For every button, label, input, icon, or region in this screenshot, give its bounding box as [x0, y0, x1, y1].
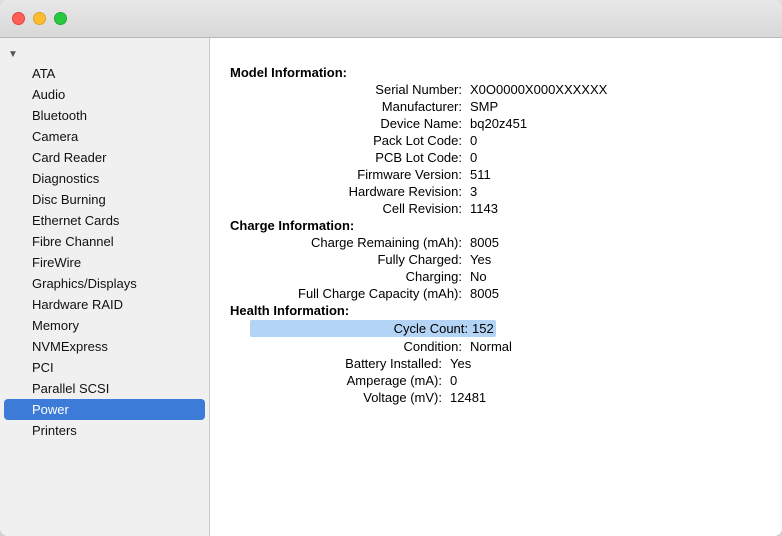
info-row: Firmware Version:511: [230, 166, 762, 183]
close-button[interactable]: [12, 12, 25, 25]
sidebar-item-graphics-displays[interactable]: Graphics/Displays: [4, 273, 205, 294]
sidebar-item-ethernet-cards[interactable]: Ethernet Cards: [4, 210, 205, 231]
info-label: Pack Lot Code:: [250, 133, 470, 148]
info-label: Fully Charged:: [250, 252, 470, 267]
sidebar-item-ata[interactable]: ATA: [4, 63, 205, 84]
info-value: 152: [470, 320, 496, 337]
info-label: Device Name:: [250, 116, 470, 131]
sidebar-item-audio[interactable]: Audio: [4, 84, 205, 105]
info-label: Voltage (mV):: [230, 390, 450, 405]
info-row: Charge Remaining (mAh):8005: [230, 234, 762, 251]
info-row: Device Name:bq20z451: [230, 115, 762, 132]
sidebar-item-printers[interactable]: Printers: [4, 420, 205, 441]
info-value: X0O0000X000XXXXXX: [470, 82, 607, 97]
info-value: 1143: [470, 201, 498, 216]
highlighted-row: Cycle Count:152: [250, 320, 496, 337]
info-label: Charging:: [250, 269, 470, 284]
info-value: bq20z451: [470, 116, 527, 131]
info-value: 511: [470, 167, 491, 182]
info-row: Fully Charged:Yes: [230, 251, 762, 268]
collapse-arrow-icon: ▼: [8, 49, 18, 60]
info-label: Charge Remaining (mAh):: [250, 235, 470, 250]
info-row: Cycle Count:152: [230, 319, 762, 338]
info-value: 3: [470, 184, 477, 199]
info-value: Yes: [470, 252, 491, 267]
minimize-button[interactable]: [33, 12, 46, 25]
section-label: Health Information:: [230, 303, 349, 318]
sidebar-item-fibre-channel[interactable]: Fibre Channel: [4, 231, 205, 252]
sidebar-item-firewire[interactable]: FireWire: [4, 252, 205, 273]
sidebar-item-bluetooth[interactable]: Bluetooth: [4, 105, 205, 126]
info-label: Serial Number:: [250, 82, 470, 97]
detail-panel: Model Information:Serial Number:X0O0000X…: [210, 38, 782, 536]
sidebar-item-power[interactable]: Power: [4, 399, 205, 420]
main-content: ▼ ATAAudioBluetoothCameraCard ReaderDiag…: [0, 38, 782, 536]
info-label: Condition:: [250, 339, 470, 354]
bottom-info-row: Battery Installed:Yes: [230, 355, 762, 372]
window: ▼ ATAAudioBluetoothCameraCard ReaderDiag…: [0, 0, 782, 536]
sidebar-section-hardware[interactable]: ▼: [0, 46, 209, 63]
info-row: Manufacturer:SMP: [230, 98, 762, 115]
detail-sections: Model Information:Serial Number:X0O0000X…: [230, 64, 762, 355]
info-value: 12481: [450, 390, 486, 405]
info-value: 0: [470, 133, 477, 148]
info-value: 0: [470, 150, 477, 165]
sidebar-item-parallel-scsi[interactable]: Parallel SCSI: [4, 378, 205, 399]
info-value: Normal: [470, 339, 512, 354]
info-label: Amperage (mA):: [230, 373, 450, 388]
maximize-button[interactable]: [54, 12, 67, 25]
bottom-info-row: Voltage (mV):12481: [230, 389, 762, 406]
info-label: Manufacturer:: [250, 99, 470, 114]
info-row: Pack Lot Code:0: [230, 132, 762, 149]
info-value: No: [470, 269, 487, 284]
sidebar: ▼ ATAAudioBluetoothCameraCard ReaderDiag…: [0, 38, 210, 536]
section-label: Charge Information:: [230, 218, 354, 233]
sidebar-item-nvmexpress[interactable]: NVMExpress: [4, 336, 205, 357]
info-value: SMP: [470, 99, 498, 114]
info-label: Full Charge Capacity (mAh):: [250, 286, 470, 301]
info-value: Yes: [450, 356, 471, 371]
sidebar-item-diagnostics[interactable]: Diagnostics: [4, 168, 205, 189]
info-row: Charging:No: [230, 268, 762, 285]
info-label: Battery Installed:: [230, 356, 450, 371]
traffic-lights: [12, 12, 67, 25]
info-label: Cell Revision:: [250, 201, 470, 216]
info-row: Full Charge Capacity (mAh):8005: [230, 285, 762, 302]
info-label: Firmware Version:: [250, 167, 470, 182]
sidebar-item-disc-burning[interactable]: Disc Burning: [4, 189, 205, 210]
bottom-rows: Battery Installed:YesAmperage (mA):0Volt…: [230, 355, 762, 406]
sidebar-item-hardware-raid[interactable]: Hardware RAID: [4, 294, 205, 315]
info-row: Hardware Revision:3: [230, 183, 762, 200]
section-row: Model Information:: [230, 64, 762, 81]
info-value: 0: [450, 373, 457, 388]
titlebar: [0, 0, 782, 38]
sidebar-item-card-reader[interactable]: Card Reader: [4, 147, 205, 168]
section-row: Charge Information:: [230, 217, 762, 234]
info-row: Cell Revision:1143: [230, 200, 762, 217]
info-label: Hardware Revision:: [250, 184, 470, 199]
section-row: Health Information:: [230, 302, 762, 319]
info-row: Condition:Normal: [230, 338, 762, 355]
section-label: Model Information:: [230, 65, 347, 80]
sidebar-item-pci[interactable]: PCI: [4, 357, 205, 378]
info-row: PCB Lot Code:0: [230, 149, 762, 166]
sidebar-items-container: ATAAudioBluetoothCameraCard ReaderDiagno…: [0, 63, 209, 441]
sidebar-item-camera[interactable]: Camera: [4, 126, 205, 147]
info-value: 8005: [470, 286, 499, 301]
sidebar-item-memory[interactable]: Memory: [4, 315, 205, 336]
bottom-info-row: Amperage (mA):0: [230, 372, 762, 389]
info-value: 8005: [470, 235, 499, 250]
info-label: PCB Lot Code:: [250, 150, 470, 165]
info-row: Serial Number:X0O0000X000XXXXXX: [230, 81, 762, 98]
info-label: Cycle Count:: [250, 320, 470, 337]
